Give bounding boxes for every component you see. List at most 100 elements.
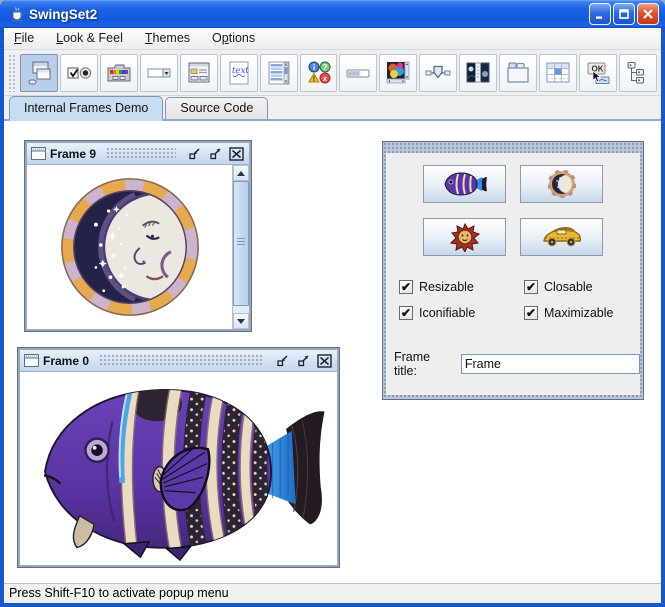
- toolbar-button-list[interactable]: [260, 54, 298, 92]
- frame0-close-button[interactable]: [316, 353, 333, 369]
- scroll-up-button[interactable]: [233, 165, 249, 181]
- palette-body: ✔ Resizable ✔ Closable ✔ Iconifiable ✔: [386, 153, 640, 395]
- checkbox-label: Iconifiable: [419, 306, 475, 320]
- split-pane-icon: [464, 59, 492, 87]
- fish-thumbnail-icon: [442, 171, 488, 197]
- tree-icon: [624, 59, 652, 87]
- frame9-maximize-button[interactable]: [207, 146, 224, 162]
- internal-frame-9: Frame 9: [25, 141, 251, 331]
- frame9-title: Frame 9: [50, 147, 96, 161]
- text-editor-icon: text: [225, 59, 253, 87]
- toolbar-button-split-pane[interactable]: [459, 54, 497, 92]
- checkbox-label: Maximizable: [544, 306, 613, 320]
- svg-text:?: ?: [322, 63, 327, 72]
- toolbar-drag-handle[interactable]: [8, 54, 17, 92]
- toolbar-button-internal-frames[interactable]: [20, 54, 58, 92]
- toolbar-button-color-chooser[interactable]: [100, 54, 138, 92]
- arrow-up-icon: [237, 171, 245, 176]
- frame9-close-button[interactable]: [228, 146, 245, 162]
- create-cab-frame-button[interactable]: [520, 218, 603, 256]
- frame-window-icon: [24, 354, 39, 367]
- checkbox-iconifiable[interactable]: ✔ Iconifiable: [399, 306, 524, 320]
- toolbar-button-progress-bar[interactable]: [339, 54, 377, 92]
- close-button[interactable]: [637, 3, 659, 25]
- sun-thumbnail-icon: [450, 222, 480, 252]
- checkbox-closable[interactable]: ✔ Closable: [524, 280, 640, 294]
- toolbar-button-file-chooser[interactable]: [180, 54, 218, 92]
- toolbar-button-text-editor[interactable]: text: [220, 54, 258, 92]
- maximize-button[interactable]: [613, 3, 635, 25]
- scroll-pane-icon: [384, 59, 412, 87]
- svg-text:!: !: [312, 76, 314, 83]
- list-icon: [265, 59, 293, 87]
- frame0-maximize-button[interactable]: [295, 353, 312, 369]
- close-frame-icon: [317, 354, 332, 368]
- checkbox-checked-icon: ✔: [524, 280, 538, 294]
- frame-title-input[interactable]: [461, 354, 640, 374]
- iconify-icon: [188, 147, 201, 160]
- frame9-viewport: [27, 165, 232, 329]
- moon-thumbnail-icon: [548, 170, 576, 198]
- checkbox-resizable[interactable]: ✔ Resizable: [399, 280, 524, 294]
- iconify-icon: [276, 354, 289, 367]
- scrollbar-thumb[interactable]: [233, 181, 249, 306]
- scroll-down-button[interactable]: [233, 313, 249, 329]
- frame9-vertical-scrollbar[interactable]: [232, 165, 249, 329]
- palette-button-grid: [386, 153, 640, 256]
- frame0-titlebar[interactable]: Frame 0: [20, 350, 337, 372]
- frame0-titlebar-texture: [99, 354, 264, 367]
- frame9-iconify-button[interactable]: [186, 146, 203, 162]
- toolbar-button-option-pane[interactable]: i ? ! x: [300, 54, 338, 92]
- desktop-pane: Frame 9: [4, 121, 661, 583]
- internal-frame-0: Frame 0: [18, 348, 339, 567]
- toolbar: text i ? ! x: [4, 50, 661, 96]
- frame0-iconify-button[interactable]: [274, 353, 291, 369]
- java-cup-icon: [8, 6, 25, 23]
- toolbar-button-buttons[interactable]: [60, 54, 98, 92]
- menu-themes[interactable]: Themes: [143, 29, 200, 48]
- checkbox-maximizable[interactable]: ✔ Maximizable: [524, 306, 640, 320]
- create-moon-frame-button[interactable]: [520, 165, 603, 203]
- toolbar-button-tabbed-pane[interactable]: [499, 54, 537, 92]
- arrow-down-icon: [237, 319, 245, 324]
- checkbox-label: Closable: [544, 280, 593, 294]
- moon-image: [57, 174, 203, 320]
- checkbox-checked-icon: ✔: [524, 306, 538, 320]
- toolbar-button-table[interactable]: [539, 54, 577, 92]
- tab-internal-frames-demo[interactable]: Internal Frames Demo: [9, 96, 163, 121]
- tab-source-code[interactable]: Source Code: [165, 97, 268, 121]
- create-fish-frame-button[interactable]: [423, 165, 506, 203]
- buttons-demo-icon: [65, 59, 93, 87]
- frame-window-icon: [31, 147, 46, 160]
- frame-options: ✔ Resizable ✔ Closable ✔ Iconifiable ✔: [399, 280, 640, 320]
- menu-look-and-feel[interactable]: Look & Feel: [54, 29, 133, 48]
- frame9-titlebar[interactable]: Frame 9: [27, 143, 249, 165]
- frame0-title: Frame 0: [43, 354, 89, 368]
- color-chooser-icon: [105, 59, 133, 87]
- toolbar-button-tool-tip[interactable]: OK: [579, 54, 617, 92]
- scrollbar-track[interactable]: [233, 306, 249, 313]
- svg-text:i: i: [313, 63, 315, 72]
- toolbar-button-scroll-pane[interactable]: [379, 54, 417, 92]
- file-chooser-icon: [185, 59, 213, 87]
- checkbox-label: Resizable: [419, 280, 474, 294]
- maximize-frame-icon: [297, 354, 310, 367]
- tab-bar: Internal Frames Demo Source Code: [4, 96, 661, 121]
- close-frame-icon: [229, 147, 244, 161]
- toolbar-button-slider[interactable]: [419, 54, 457, 92]
- window-titlebar[interactable]: SwingSet2: [0, 0, 665, 28]
- menu-options[interactable]: Options: [210, 29, 265, 48]
- fish-image: [28, 375, 330, 563]
- toolbar-button-tree[interactable]: [619, 54, 657, 92]
- svg-text:text: text: [232, 66, 249, 76]
- option-pane-icon: i ? ! x: [305, 59, 333, 87]
- minimize-button[interactable]: [589, 3, 611, 25]
- combo-box-icon: [145, 59, 173, 87]
- menu-bar: File Look & Feel Themes Options: [4, 28, 661, 50]
- close-icon: [642, 8, 654, 20]
- toolbar-button-combo-box[interactable]: [140, 54, 178, 92]
- create-sun-frame-button[interactable]: [423, 218, 506, 256]
- internal-frames-icon: [25, 59, 53, 87]
- menu-file[interactable]: File: [12, 29, 44, 48]
- checkbox-checked-icon: ✔: [399, 280, 413, 294]
